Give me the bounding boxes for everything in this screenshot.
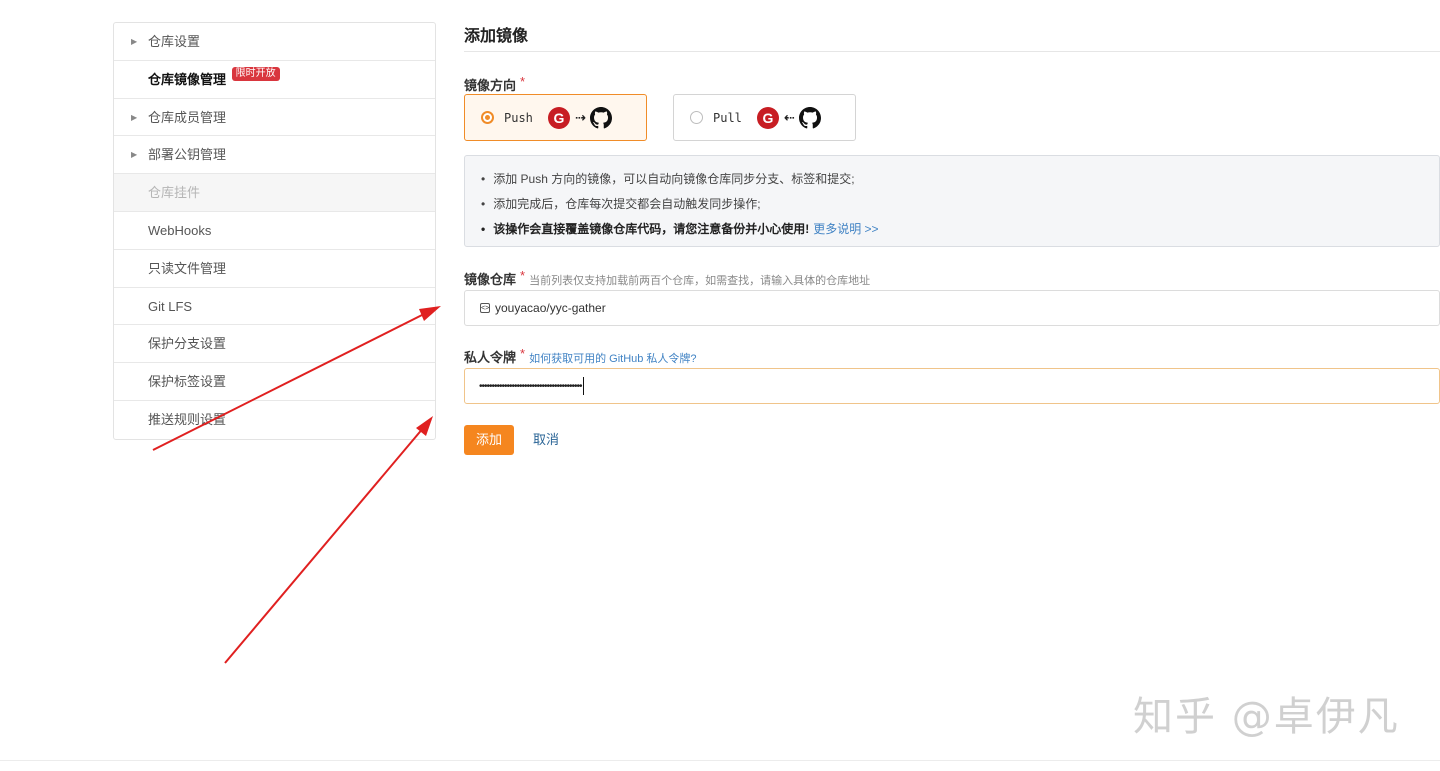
github-logo-icon xyxy=(798,106,821,128)
sidebar-item-label: 推送规则设置 xyxy=(148,411,227,427)
repo-code-icon: <> xyxy=(480,303,490,313)
watermark: 知乎 @卓伊凡 xyxy=(1133,694,1400,740)
caret-right-icon: ▶ xyxy=(131,112,138,122)
bullet: • xyxy=(481,222,486,236)
arrow-right-icon: ⇢ xyxy=(575,109,586,125)
sidebar-item-label: Git LFS xyxy=(148,298,193,314)
page-title: 添加镜像 xyxy=(464,28,529,45)
token-masked-value: ••••••••••••••••••••••••••••••••••••••••… xyxy=(479,380,583,392)
sidebar-item-label: 仓库镜像管理 xyxy=(148,71,227,87)
required-mark: * xyxy=(520,346,526,361)
pull-direction-option[interactable]: Pull G ⇠ xyxy=(673,94,856,141)
sidebar-item-label: 保护标签设置 xyxy=(148,374,227,390)
text-cursor xyxy=(582,377,584,395)
repo-label: 镜像仓库 xyxy=(464,272,517,287)
github-logo-icon xyxy=(589,106,612,128)
arrow-left-icon: ⇠ xyxy=(784,109,795,125)
sidebar-item-label: 只读文件管理 xyxy=(148,260,227,276)
sidebar-item-widgets: 仓库挂件 xyxy=(114,174,435,212)
direction-label: 镜像方向 xyxy=(464,78,517,93)
token-label: 私人令牌 xyxy=(464,350,517,365)
sidebar-item-label: 仓库成员管理 xyxy=(148,109,227,125)
push-radio[interactable] xyxy=(481,111,494,124)
bullet: • xyxy=(481,197,486,211)
annotation-arrow-to-token xyxy=(224,416,433,664)
repo-hint: 当前列表仅支持加载前两百个仓库，如需查找，请输入具体的仓库地址 xyxy=(529,275,871,287)
pull-label: Pull xyxy=(713,110,742,125)
sidebar-item-label: 仓库挂件 xyxy=(148,185,201,201)
sidebar-item-protected-tags[interactable]: 保护标签设置 xyxy=(114,363,435,401)
add-button[interactable]: 添加 xyxy=(464,425,514,455)
push-direction-option[interactable]: Push G ⇢ xyxy=(464,94,647,141)
required-mark: * xyxy=(520,268,526,283)
sidebar-item-readonly-files[interactable]: 只读文件管理 xyxy=(114,250,435,288)
info-line-2: • 添加完成后，仓库每次提交都会自动触发同步操作; xyxy=(481,195,761,212)
limited-badge: 限时开放 xyxy=(231,66,280,81)
footer-divider xyxy=(0,760,1440,761)
sidebar-item-label: WebHooks xyxy=(148,222,212,238)
sidebar-item-deploy-keys[interactable]: ▶ 部署公钥管理 xyxy=(114,136,435,175)
sidebar-item-mirror-management[interactable]: 仓库镜像管理 限时开放 xyxy=(114,61,435,99)
info-warning-text: 该操作会直接覆盖镜像仓库代码，请您注意备份并小心使用! xyxy=(493,222,810,236)
sidebar-item-label: 保护分支设置 xyxy=(148,336,227,352)
token-input[interactable]: ••••••••••••••••••••••••••••••••••••••••… xyxy=(464,368,1440,404)
repo-label-row: 镜像仓库 * 当前列表仅支持加载前两百个仓库，如需查找，请输入具体的仓库地址 xyxy=(464,268,871,288)
sidebar-item-webhooks[interactable]: WebHooks xyxy=(114,212,435,250)
more-info-link[interactable]: 更多说明 >> xyxy=(813,222,878,236)
info-text: 添加 Push 方向的镜像，可以自动向镜像仓库同步分支、标签和提交; xyxy=(493,172,855,186)
caret-right-icon: ▶ xyxy=(131,37,138,46)
bullet: • xyxy=(481,172,486,186)
settings-sidebar: ▶ 仓库设置 仓库镜像管理 限时开放 ▶ 仓库成员管理 ▶ 部署公钥管理 仓库挂… xyxy=(113,22,436,440)
mirror-info-box: • 添加 Push 方向的镜像，可以自动向镜像仓库同步分支、标签和提交; • 添加完… xyxy=(464,155,1440,247)
direction-label-row: 镜像方向 * xyxy=(464,74,526,94)
info-line-3: • 该操作会直接覆盖镜像仓库代码，请您注意备份并小心使用! 更多说明 >> xyxy=(481,220,879,237)
mirror-repo-select[interactable]: <> youyacao/yyc-gather xyxy=(464,290,1440,326)
info-line-1: • 添加 Push 方向的镜像，可以自动向镜像仓库同步分支、标签和提交; xyxy=(481,170,855,187)
token-label-row: 私人令牌 * 如何获取可用的 GitHub 私人令牌? xyxy=(464,346,697,366)
info-text: 添加完成后，仓库每次提交都会自动触发同步操作; xyxy=(493,197,761,211)
sidebar-item-repo-settings[interactable]: ▶ 仓库设置 xyxy=(114,23,435,61)
pull-radio[interactable] xyxy=(690,111,703,124)
divider xyxy=(464,51,1440,52)
sidebar-item-push-rules[interactable]: 推送规则设置 xyxy=(114,401,435,439)
sidebar-item-label: 部署公钥管理 xyxy=(148,147,227,163)
sidebar-item-git-lfs[interactable]: Git LFS xyxy=(114,288,435,326)
sidebar-item-label: 仓库设置 xyxy=(148,34,201,49)
mirror-repo-value: youyacao/yyc-gather xyxy=(495,301,606,315)
required-mark: * xyxy=(520,74,526,89)
sidebar-item-protected-branches[interactable]: 保护分支设置 xyxy=(114,325,435,364)
gitee-logo-icon: G xyxy=(548,106,570,129)
caret-right-icon: ▶ xyxy=(131,150,138,160)
sidebar-item-members[interactable]: ▶ 仓库成员管理 xyxy=(114,99,435,137)
push-label: Push xyxy=(504,110,533,125)
gitee-logo-icon: G xyxy=(757,106,779,129)
cancel-button[interactable]: 取消 xyxy=(533,425,559,455)
token-help-link[interactable]: 如何获取可用的 GitHub 私人令牌? xyxy=(529,353,696,365)
